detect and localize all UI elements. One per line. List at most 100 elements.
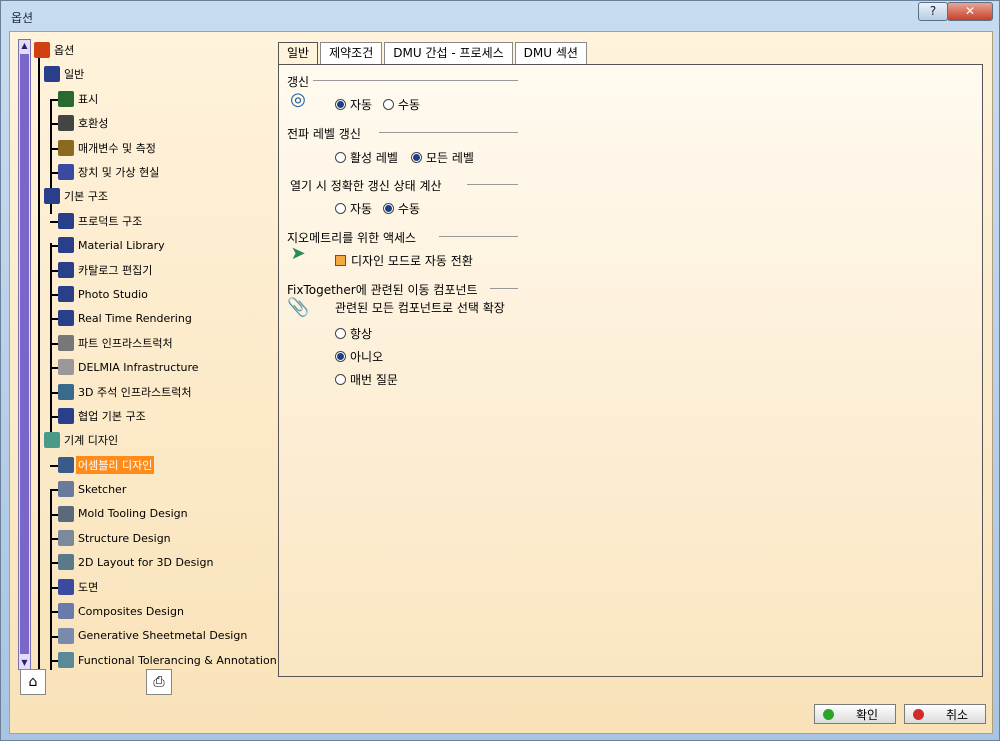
tree-node-composites[interactable]: Composites Design	[58, 602, 186, 620]
fix-always-radio[interactable]: 항상	[335, 325, 372, 342]
tree-node-label: 기계 디자인	[64, 434, 119, 448]
tree-node-material[interactable]: Material Library	[58, 236, 167, 254]
tree-node-label: 어셈블리 디자인	[76, 455, 155, 474]
tree-node-label: 호환성	[78, 117, 109, 131]
tree-home-icon[interactable]: ⌂	[20, 669, 46, 695]
tree-node-label: 일반	[64, 68, 85, 82]
tree-node-label: 협업 기본 구조	[78, 410, 146, 423]
tree-node-label: Generative Sheetmetal Design	[78, 629, 248, 643]
tree-node-label: 카탈로그 편집기	[78, 263, 153, 277]
tree-node-layout2d[interactable]: 2D Layout for 3D Design	[58, 553, 215, 571]
propagation-divider	[379, 132, 518, 133]
tree-node-label: Functional Tolerancing & Annotation	[78, 653, 277, 667]
dialog-client: ▲ ▼ 옵션 일반 표시 호환성 매개변수 및 측정 장치 및 가상 현실 기본 구조 프로덕…	[9, 31, 993, 734]
tree-node-catalog[interactable]: 카탈로그 편집기	[58, 261, 154, 279]
titlebar: 옵션 ? ✕	[1, 1, 999, 31]
open-manual-radio[interactable]: 수동	[383, 200, 420, 217]
tolerancing-icon	[58, 652, 74, 668]
tree-node-label: 기본 구조	[64, 190, 108, 204]
fix-no-radio[interactable]: 아니오	[335, 348, 383, 365]
open-auto-radio[interactable]: 자동	[335, 200, 372, 217]
propagation-all-radio[interactable]: 모든 레벨	[411, 149, 474, 166]
tree-node-part[interactable]: 파트 인프라스트럭처	[58, 334, 175, 352]
general-icon	[44, 66, 60, 83]
part-infra-icon	[58, 334, 74, 351]
fix-section-title: FixTogether에 관련된 이동 컴포넌트	[287, 283, 478, 297]
open-section-title: 열기 시 정확한 갱신 상태 계산	[290, 179, 442, 193]
tree-node-rtr[interactable]: Real Time Rendering	[58, 309, 194, 327]
tab-1[interactable]: 제약조건	[320, 42, 383, 64]
tree-node-devices[interactable]: 장치 및 가상 현실	[58, 163, 161, 181]
update-auto-radio[interactable]: 자동	[335, 96, 372, 113]
tree-node-label: 파트 인프라스트럭처	[78, 336, 173, 350]
delmia-icon	[58, 359, 74, 376]
tree-node-annot3d[interactable]: 3D 주석 인프라스트럭처	[58, 383, 194, 401]
compatibility-icon	[58, 115, 74, 132]
ok-button[interactable]: 확인	[814, 704, 896, 724]
tree-node-assembly[interactable]: 어셈블리 디자인	[58, 455, 155, 474]
infrastructure-icon	[44, 188, 60, 205]
tree-node-general[interactable]: 일반	[44, 65, 86, 83]
tree-node-root[interactable]: 옵션	[34, 41, 76, 59]
tree-node-label: 도면	[78, 580, 99, 594]
design-mode-checkbox[interactable]: 디자인 모드로 자동 전환	[335, 252, 473, 269]
tree-node-label: Composites Design	[78, 604, 184, 618]
tree-node-label: Photo Studio	[78, 287, 148, 301]
tree-node-delmia[interactable]: DELMIA Infrastructure	[58, 358, 201, 376]
tab-3[interactable]: DMU 섹션	[514, 42, 587, 64]
tree-node-display[interactable]: 표시	[58, 90, 100, 108]
fix-ask-radio[interactable]: 매번 질문	[335, 371, 398, 388]
tree-node-ft&a[interactable]: Functional Tolerancing & Annotation	[58, 651, 279, 669]
fix-divider	[490, 288, 518, 289]
tree-node-label: Structure Design	[78, 531, 171, 545]
composites-icon	[58, 603, 74, 620]
fix-subtitle: 관련된 모든 컴포넌트로 선택 확장	[335, 301, 505, 315]
tree-node-mold[interactable]: Mold Tooling Design	[58, 505, 190, 523]
ok-icon	[823, 708, 834, 720]
tree-spine	[50, 243, 52, 443]
geometry-access-icon: ➤	[290, 243, 306, 264]
tree-node-sketcher[interactable]: Sketcher	[58, 480, 128, 498]
update-section-title: 갱신	[287, 75, 310, 89]
tree-node-label: 표시	[78, 92, 99, 106]
tree-node-structure[interactable]: Structure Design	[58, 529, 173, 547]
cancel-icon	[913, 708, 924, 720]
rendering-icon	[58, 310, 74, 327]
tree-node-infra[interactable]: 기본 구조	[44, 187, 110, 205]
tree-node-params[interactable]: 매개변수 및 측정	[58, 139, 158, 157]
close-button[interactable]: ✕	[947, 2, 993, 21]
update-swirl-icon: ◎	[290, 89, 306, 110]
propagation-active-radio[interactable]: 활성 레벨	[335, 149, 398, 166]
tree-node-photo[interactable]: Photo Studio	[58, 285, 150, 303]
tree-scrollbar[interactable]: ▲ ▼	[18, 39, 31, 670]
structure-design-icon	[58, 530, 74, 546]
tree-node-label: DELMIA Infrastructure	[78, 360, 199, 374]
assembly-design-icon	[58, 456, 74, 473]
tree-node-label: Mold Tooling Design	[78, 507, 188, 521]
scroll-down-icon[interactable]: ▼	[19, 657, 30, 669]
tree-node-sheetmetal[interactable]: Generative Sheetmetal Design	[58, 627, 249, 645]
open-divider	[467, 184, 518, 185]
scroll-up-icon[interactable]: ▲	[19, 40, 30, 52]
tree-reset-icon[interactable]: ⎙	[146, 669, 172, 695]
tree-spine	[50, 489, 52, 670]
tree-node-label: 옵션	[54, 44, 75, 57]
options-tree[interactable]: ▲ ▼ 옵션일반표시호환성매개변수 및 측정장치 및 가상 현실기본 구조프로덕…	[18, 39, 280, 670]
tree-node-mech[interactable]: 기계 디자인	[44, 431, 120, 449]
tree-node-product[interactable]: 프로덕트 구조	[58, 212, 144, 230]
update-divider	[313, 80, 518, 81]
tab-0[interactable]: 일반	[278, 42, 319, 64]
propagation-section-title: 전파 레벨 갱신	[287, 127, 361, 141]
tree-node-label: 프로덕트 구조	[78, 214, 143, 228]
scroll-thumb[interactable]	[20, 54, 29, 654]
catalog-editor-icon	[58, 261, 74, 278]
tree-node-compat[interactable]: 호환성	[58, 114, 110, 132]
tab-bar: 일반 제약조건 DMU 간섭 - 프로세스 DMU 섹션	[278, 42, 589, 64]
tree-node-drawing[interactable]: 도면	[58, 578, 100, 596]
annotation-3d-icon	[58, 383, 74, 400]
tab-2[interactable]: DMU 간섭 - 프로세스	[384, 42, 513, 64]
help-button[interactable]: ?	[918, 2, 948, 21]
cancel-button[interactable]: 취소	[904, 704, 986, 724]
tree-node-collab[interactable]: 협업 기본 구조	[58, 407, 148, 425]
update-manual-radio[interactable]: 수동	[383, 96, 420, 113]
